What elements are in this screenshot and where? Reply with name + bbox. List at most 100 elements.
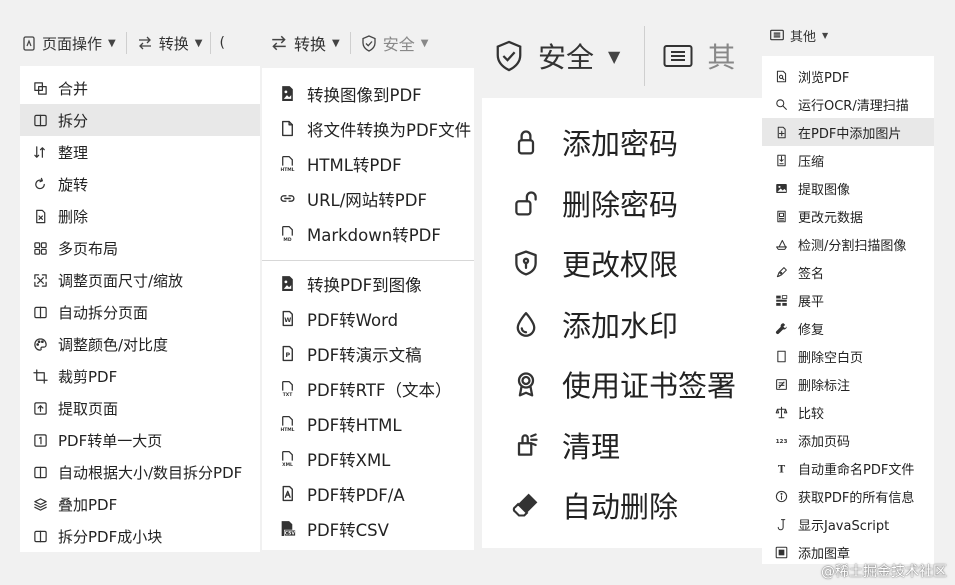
menu-item-single-page[interactable]: PDF转单一大页 [20, 424, 260, 456]
menu-item-link[interactable]: URL/网站转PDF [262, 181, 474, 216]
menu-item-info[interactable]: 获取PDF的所有信息 [762, 482, 934, 510]
menu-item-scan-detect[interactable]: 检测/分割扫描图像 [762, 230, 934, 258]
chevron-down-icon: ▼ [332, 37, 340, 49]
toolbar-page-ops-button[interactable]: 页面操作 ▼ [22, 33, 116, 54]
menu-item-label: PDF转Word [307, 310, 399, 330]
menu-item-ppt[interactable]: P PDF转演示文稿 [262, 336, 474, 371]
menu-item-compress[interactable]: 压缩 [762, 146, 934, 174]
toolbar-convert-button[interactable]: 转换 ▼ [137, 33, 202, 54]
rename-icon: T [774, 462, 788, 474]
menu-item-pdfa[interactable]: PDF转PDF/A [262, 476, 474, 511]
menu-item-html[interactable]: HTML PDF转HTML [262, 406, 474, 441]
xml-icon: XML [278, 450, 296, 467]
menu-item-extract-image[interactable]: 提取图像 [762, 174, 934, 202]
sign-icon [774, 266, 788, 279]
menu-item-split[interactable]: 拆分 [20, 104, 260, 136]
menu-item-unlock[interactable]: 删除密码 [482, 173, 762, 234]
menu-item-flatten[interactable]: 展平 [762, 286, 934, 314]
menu-item-eraser[interactable]: 自动删除 [482, 475, 762, 536]
panel-convert: 转换 ▼ 安全 ▼ 转换图像到PDF 将文件转换为PDF文件 HTML HTML转PD… [262, 0, 474, 585]
menu-item-view-pdf[interactable]: 浏览PDF [762, 62, 934, 90]
menu-item-resize[interactable]: 调整页面尺寸/缩放 [20, 264, 260, 296]
menu-item-page-number[interactable]: 123 添加页码 [762, 426, 934, 454]
other-menu: 浏览PDF 运行OCR/清理扫描 在PDF中添加图片 压缩提取图像更改元数据 检测/分割… [762, 56, 934, 564]
menu-item-label: 修复 [798, 322, 825, 338]
menu-item-add-image[interactable]: 在PDF中添加图片 [762, 118, 934, 146]
svg-text:CSV: CSV [284, 531, 295, 537]
eraser-icon [510, 491, 542, 519]
menu-item-multi-page[interactable]: 多页布局 [20, 232, 260, 264]
menu-item-annotation[interactable]: 删除标注 [762, 370, 934, 398]
toolbar-other-button[interactable]: 其他 ▼ [770, 26, 828, 45]
menu-item-repair[interactable]: 修复 [762, 314, 934, 342]
menu-item-xml[interactable]: XML PDF转XML [262, 441, 474, 476]
certificate-icon [510, 370, 542, 398]
menu-item-blank-page[interactable]: 删除空白页 [762, 342, 934, 370]
menu-item-split-chunks[interactable]: 拆分PDF成小块 [20, 520, 260, 552]
menu-item-markdown[interactable]: MD Markdown转PDF [262, 216, 474, 251]
toolbar-convert-button[interactable]: 转换 ▼ [270, 31, 340, 55]
svg-text:123: 123 [775, 438, 787, 444]
menu-item-merge[interactable]: 合并 [20, 72, 260, 104]
menu-item-label: 清理 [562, 429, 621, 464]
menu-item-sign[interactable]: 签名 [762, 258, 934, 286]
menu-item-label: 提取图像 [798, 182, 851, 198]
menu-item-metadata[interactable]: 更改元数据 [762, 202, 934, 230]
csv-icon: CSV [278, 520, 296, 537]
sort-icon [32, 145, 48, 160]
image-icon [278, 85, 296, 102]
menu-item-label: 旋转 [58, 175, 89, 194]
menu-item-file[interactable]: 将文件转换为PDF文件 [262, 111, 474, 146]
chevron-down-icon: ▼ [608, 46, 621, 66]
menu-item-label: 获取PDF的所有信息 [798, 490, 915, 506]
menu-item-label: URL/网站转PDF [307, 190, 427, 210]
menu-item-image[interactable]: 转换PDF到图像 [262, 266, 474, 301]
link-icon [278, 190, 296, 207]
menu-item-image[interactable]: 转换图像到PDF [262, 76, 474, 111]
menu-item-txt[interactable]: TXT PDF转RTF（文本） [262, 371, 474, 406]
menu-item-label: 调整页面尺寸/缩放 [58, 271, 184, 290]
menu-item-overlay[interactable]: 叠加PDF [20, 488, 260, 520]
menu-item-lock[interactable]: 添加密码 [482, 112, 762, 173]
auto-split-size-icon [32, 465, 48, 480]
menu-item-csv[interactable]: CSV PDF转CSV [262, 511, 474, 546]
menu-item-water-drop[interactable]: 添加水印 [482, 294, 762, 355]
svg-text:HTML: HTML [280, 167, 294, 172]
menu-item-clean[interactable]: 清理 [482, 415, 762, 476]
toolbar: 页面操作 ▼ 转换 ▼ ( [22, 30, 225, 56]
menu-item-delete[interactable]: 删除 [20, 200, 260, 232]
menu-item-label: 添加水印 [562, 308, 679, 343]
menu-item-auto-split[interactable]: 自动拆分页面 [20, 296, 260, 328]
menu-item-crop[interactable]: 裁剪PDF [20, 360, 260, 392]
menu-item-javascript[interactable]: 显示JavaScript [762, 510, 934, 538]
menu-item-label: 拆分 [58, 111, 89, 130]
menu-item-word[interactable]: W PDF转Word [262, 301, 474, 336]
toolbar-other-button[interactable]: 其 [663, 36, 735, 76]
resize-icon [32, 273, 48, 288]
extract-page-icon [32, 401, 48, 416]
toolbar-security-button[interactable]: 安全 ▼ [361, 31, 428, 55]
menu-item-html[interactable]: HTML HTML转PDF [262, 146, 474, 181]
menu-item-certificate[interactable]: 使用证书签署 [482, 354, 762, 415]
toolbar-security-button[interactable]: 安全 ▼ [494, 36, 620, 76]
toolbar-partial-button[interactable]: ( [219, 35, 224, 51]
menu-item-search[interactable]: 运行OCR/清理扫描 [762, 90, 934, 118]
menu-item-permission[interactable]: 更改权限 [482, 233, 762, 294]
menu-item-palette[interactable]: 调整颜色/对比度 [20, 328, 260, 360]
toolbar: 转换 ▼ 安全 ▼ [270, 30, 428, 56]
menu-item-extract-page[interactable]: 提取页面 [20, 392, 260, 424]
convert-icon [137, 36, 153, 50]
list-icon [663, 44, 693, 68]
menu-item-compare[interactable]: 比较 [762, 398, 934, 426]
menu-item-auto-split-size[interactable]: 自动根据大小/数目拆分PDF [20, 456, 260, 488]
svg-text:TXT: TXT [282, 392, 292, 397]
menu-item-sort[interactable]: 整理 [20, 136, 260, 168]
menu-item-rename[interactable]: T 自动重命名PDF文件 [762, 454, 934, 482]
menu-item-rotate[interactable]: 旋转 [20, 168, 260, 200]
clean-icon [510, 431, 542, 459]
file-icon [278, 120, 296, 137]
toolbar-label: 页面操作 [42, 34, 103, 53]
toolbar-label: 安全 [538, 41, 595, 74]
menu-item-label: HTML转PDF [307, 155, 402, 175]
stamp-icon [774, 546, 788, 559]
